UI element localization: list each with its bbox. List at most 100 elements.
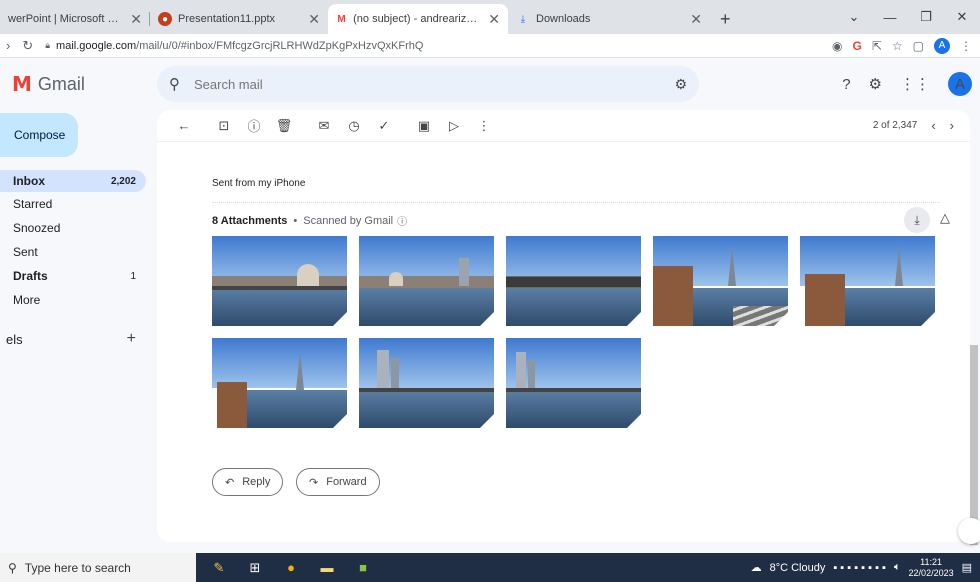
google-icon[interactable]: G — [852, 39, 861, 53]
close-tab-icon[interactable]: ✕ — [682, 11, 702, 28]
task-view-icon[interactable]: ⊞ — [240, 556, 270, 580]
side-panel-toggle[interactable] — [958, 518, 980, 544]
sidebar-item-more[interactable]: More — [0, 289, 146, 311]
add-task-icon[interactable]: ✓ — [369, 118, 399, 134]
tab-presentation[interactable]: ● Presentation11.pptx ✕ — [150, 4, 328, 34]
thumbnail-corner — [333, 312, 347, 326]
window-controls: ⌄ — ❐ ✕ — [836, 0, 980, 34]
settings-gear-icon[interactable]: ⚙ — [869, 75, 882, 93]
reload-icon[interactable]: ↻ — [16, 38, 39, 54]
sidebar-item-drafts[interactable]: Drafts 1 — [0, 265, 146, 287]
sidebar-item-snoozed[interactable]: Snoozed — [0, 217, 146, 239]
attachments-title: 8 Attachments — [212, 214, 288, 227]
tab-downloads[interactable]: ⤓ Downloads ✕ — [508, 4, 710, 34]
reply-label: Reply — [242, 476, 271, 488]
notifications-icon[interactable]: ▤ — [962, 561, 972, 574]
gmail-icon: M — [337, 13, 346, 25]
close-tab-icon[interactable]: ✕ — [300, 11, 320, 28]
browser-profile-avatar[interactable]: A — [934, 37, 950, 54]
new-tab-button[interactable]: + — [710, 4, 741, 34]
gmail-logo-text: Gmail — [37, 73, 85, 94]
compose-button[interactable]: Compose — [0, 113, 78, 157]
attachment-thumbnail[interactable] — [359, 236, 494, 326]
sidebar-item-sent[interactable]: Sent — [0, 241, 146, 263]
taskbar-clock[interactable]: 11:21 22/02/2023 — [909, 557, 954, 579]
mark-unread-icon[interactable]: ✉ — [309, 118, 339, 134]
weather-text[interactable]: 8°C Cloudy — [770, 562, 826, 574]
photo-water — [359, 390, 494, 428]
close-tab-icon[interactable]: ✕ — [480, 11, 500, 28]
gmail-header: M Gmail ⚲ ⚙ ? ⚙ ⋮⋮ A — [0, 58, 980, 110]
sidebar-item-label: Sent — [13, 245, 38, 259]
close-tab-icon[interactable]: ✕ — [122, 11, 142, 28]
report-spam-icon[interactable]: ⓘ — [239, 116, 269, 135]
newer-chevron-icon[interactable]: ‹ — [931, 118, 935, 133]
photo-water — [212, 288, 347, 326]
widgets-icon[interactable]: ✎ — [204, 556, 234, 580]
tab-powerpoint[interactable]: werPoint | Microsoft 365 ✕ — [0, 4, 150, 34]
attachment-thumbnail[interactable] — [800, 236, 935, 326]
tray-icons[interactable]: ▪ ▪ ▪ ▪ ▪ ▪ ▪ ▪ — [833, 562, 886, 574]
taskbar-search[interactable]: ⚲ Type here to search — [0, 553, 196, 582]
chrome-icon[interactable]: ● — [276, 556, 306, 580]
attachment-thumbnail[interactable] — [506, 236, 641, 326]
help-icon[interactable]: ? — [842, 76, 850, 93]
chevron-down-icon[interactable]: ⌄ — [836, 9, 872, 25]
archive-icon[interactable]: ⊡ — [209, 118, 239, 134]
add-to-drive-icon[interactable]: △ — [940, 210, 950, 226]
sidebar-item-starred[interactable]: Starred — [0, 193, 146, 215]
tab-label: (no subject) - andrearizzo9876@ — [353, 13, 480, 25]
app-icon[interactable]: ■ — [348, 556, 378, 580]
thumbnail-corner — [333, 414, 347, 428]
tab-label: Downloads — [536, 13, 591, 25]
older-chevron-icon[interactable]: › — [950, 118, 954, 133]
attachment-thumbnail[interactable] — [212, 338, 347, 428]
reply-button[interactable]: ↶ Reply — [212, 468, 284, 496]
thumbnail-corner — [774, 312, 788, 326]
browser-menu-icon[interactable]: ⋮ — [960, 39, 972, 53]
close-window-button[interactable]: ✕ — [944, 9, 980, 25]
sidebar-item-inbox[interactable]: Inbox 2,202 — [0, 170, 146, 192]
attachments-separator: • — [293, 214, 298, 227]
bookmark-star-icon[interactable]: ☆ — [892, 39, 903, 53]
back-arrow-icon[interactable]: ← — [169, 118, 199, 133]
forward-button[interactable]: ↷ Forward — [296, 468, 380, 496]
forward-nav-icon[interactable]: › — [0, 38, 16, 53]
move-to-icon[interactable]: ▣ — [409, 118, 439, 134]
download-all-button[interactable]: ⤓ — [904, 207, 930, 233]
message-toolbar: ← ⊡ ⓘ 🗑︎ ✉ ◷ ✓ ▣ ▷ ⋮ 2 of 2,347 ‹ › — [157, 110, 970, 142]
add-label-button[interactable]: + — [127, 330, 146, 348]
extension-icon[interactable]: ◉ — [832, 39, 842, 53]
minimize-button[interactable]: — — [872, 10, 908, 25]
attachment-thumbnail[interactable] — [359, 338, 494, 428]
photo-water — [506, 288, 641, 326]
info-icon[interactable]: ⓘ — [397, 213, 407, 228]
more-vert-icon[interactable]: ⋮ — [469, 118, 499, 134]
account-avatar[interactable]: A — [948, 72, 972, 96]
attachment-thumbnail[interactable] — [506, 338, 641, 428]
search-input[interactable] — [194, 76, 675, 92]
attachment-thumbnail[interactable] — [653, 236, 788, 326]
tab-gmail[interactable]: M (no subject) - andrearizzo9876@ ✕ — [328, 4, 508, 34]
attachment-thumbnail[interactable] — [212, 236, 347, 326]
taskbar-search-placeholder: Type here to search — [24, 560, 131, 575]
photo-tower — [516, 352, 526, 390]
gmail-logo[interactable]: M Gmail — [12, 72, 157, 96]
volume-icon[interactable]: 🔈︎ — [894, 561, 901, 574]
sidepanel-icon[interactable]: ▢ — [913, 39, 924, 53]
apps-grid-icon[interactable]: ⋮⋮ — [900, 75, 930, 93]
scrollbar-thumb[interactable] — [970, 345, 978, 545]
file-explorer-icon[interactable]: ▬ — [312, 556, 342, 580]
share-icon[interactable]: ⇱ — [872, 39, 882, 53]
restore-button[interactable]: ❐ — [908, 9, 944, 25]
thumbnail-corner — [480, 414, 494, 428]
label-icon[interactable]: ▷ — [439, 118, 469, 134]
snooze-clock-icon[interactable]: ◷ — [339, 118, 369, 134]
url-field[interactable]: 🔒︎ mail.google.com/mail/u/0/#inbox/FMfcg… — [45, 40, 423, 52]
search-options-icon[interactable]: ⚙ — [674, 76, 687, 93]
clock-time: 11:21 — [920, 556, 942, 567]
url-path: /mail/u/0/#inbox/FMfcgzGrcjRLRHWdZpKgPxH… — [136, 39, 424, 52]
delete-icon[interactable]: 🗑︎ — [269, 118, 299, 134]
thumbnail-corner — [627, 414, 641, 428]
search-icon[interactable]: ⚲ — [169, 75, 180, 93]
